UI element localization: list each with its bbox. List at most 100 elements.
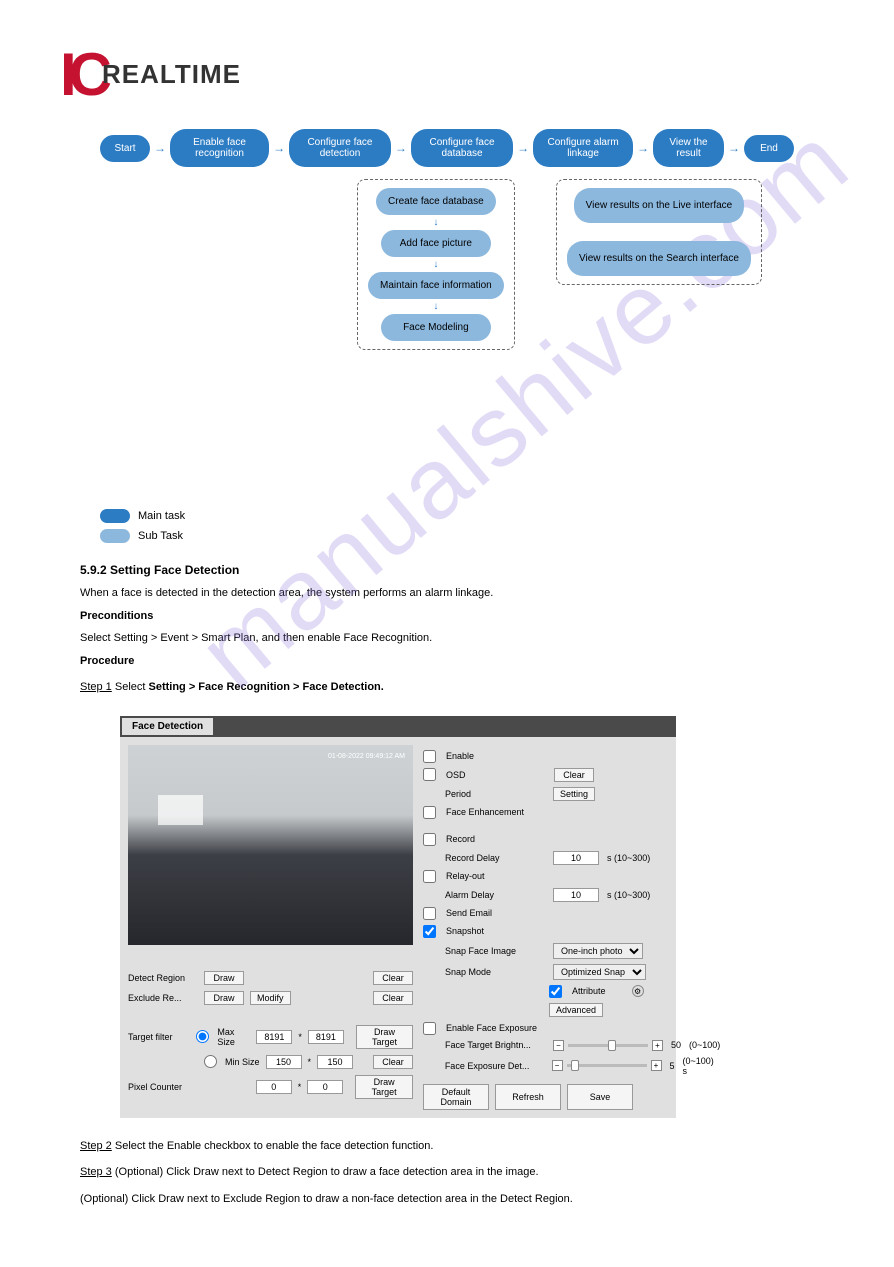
min-w-input[interactable] [266, 1055, 302, 1069]
sub-group-view: View results on the Live interface View … [556, 179, 762, 285]
flow-node-start: Start [100, 135, 150, 162]
osd-checkbox[interactable] [423, 768, 436, 781]
draw-target-button[interactable]: Draw Target [356, 1025, 413, 1049]
osd-clear-button[interactable]: Clear [554, 768, 594, 782]
step2-text: Select the Enable checkbox to enable the… [112, 1140, 434, 1152]
snapshot-label: Snapshot [446, 926, 484, 936]
min-size-label: Min Size [225, 1057, 260, 1067]
send-email-label: Send Email [446, 908, 492, 918]
step2-label: Step 2 [80, 1140, 112, 1152]
max-size-radio[interactable] [196, 1030, 209, 1043]
detect-region-draw-button[interactable]: Draw [204, 971, 244, 985]
face-exposure-checkbox[interactable] [423, 1022, 436, 1035]
flow-node-db: Configure face database [411, 129, 513, 167]
max-w-input[interactable] [256, 1030, 292, 1044]
brand-logo: IC REALTIME [60, 40, 834, 109]
detect-region-label: Detect Region [128, 973, 198, 983]
target-filter-label: Target filter [128, 1032, 190, 1042]
step1-label: Step 1 [80, 681, 112, 693]
legend-swatch-sub [100, 529, 130, 543]
face-exp-det-label: Face Exposure Det... [445, 1061, 544, 1071]
panel-tab[interactable]: Face Detection [122, 718, 213, 735]
face-detection-panel: Face Detection 01-08-2022 09:49:12 AM De… [120, 716, 676, 1118]
flowchart: Start → Enable face recognition → Config… [100, 129, 794, 369]
flow-sub-create-db: Create face database [376, 188, 496, 215]
face-exp-det-value: 5 [670, 1061, 675, 1071]
attribute-label: Attribute [572, 986, 606, 996]
arrow-icon: → [154, 141, 166, 155]
arrow-down-icon: ↓ [433, 259, 438, 270]
alarm-delay-label: Alarm Delay [445, 890, 545, 900]
exclude-clear-button[interactable]: Clear [373, 991, 413, 1005]
face-exposure-label: Enable Face Exposure [446, 1023, 537, 1033]
exclude-region-label: Exclude Re... [128, 993, 198, 1003]
exclude-draw-button[interactable]: Draw [204, 991, 244, 1005]
legend-main-label: Main task [138, 510, 185, 522]
snapshot-checkbox[interactable] [423, 925, 436, 938]
snap-mode-label: Snap Mode [445, 967, 545, 977]
arrow-icon: → [273, 141, 285, 155]
record-checkbox[interactable] [423, 833, 436, 846]
pixel-h-input[interactable] [307, 1080, 343, 1094]
step1-path: Setting > Face Recognition > Face Detect… [149, 681, 384, 693]
advanced-button[interactable]: Advanced [549, 1003, 603, 1017]
pixel-draw-target-button[interactable]: Draw Target [355, 1075, 413, 1099]
relay-out-label: Relay-out [446, 871, 485, 881]
video-preview: 01-08-2022 09:49:12 AM [128, 745, 413, 945]
min-size-radio[interactable] [204, 1055, 217, 1068]
refresh-button[interactable]: Refresh [495, 1084, 561, 1110]
step3-label: Step 3 [80, 1166, 112, 1178]
arrow-down-icon: ↓ [433, 217, 438, 228]
relay-out-checkbox[interactable] [423, 870, 436, 883]
period-setting-button[interactable]: Setting [553, 787, 595, 801]
pixel-w-input[interactable] [256, 1080, 292, 1094]
flow-sub-modeling: Face Modeling [381, 314, 491, 341]
face-bright-label: Face Target Brightn... [445, 1040, 545, 1050]
flow-node-view: View the result [653, 129, 724, 167]
send-email-checkbox[interactable] [423, 907, 436, 920]
face-enhance-label: Face Enhancement [446, 807, 524, 817]
attribute-config-icon[interactable]: ⚙ [632, 985, 644, 997]
flow-node-end: End [744, 135, 794, 162]
exclude-modify-button[interactable]: Modify [250, 991, 291, 1005]
snap-mode-select[interactable]: Optimized Snap [553, 964, 646, 980]
alarm-delay-input[interactable] [553, 888, 599, 902]
alarm-delay-unit: s (10~300) [607, 890, 650, 900]
panel-titlebar: Face Detection [120, 716, 676, 737]
face-exp-det-slider[interactable]: −+ [552, 1060, 662, 1071]
step1-text: Select [112, 681, 149, 693]
min-h-input[interactable] [317, 1055, 353, 1069]
sub-group-database: Create face database ↓ Add face picture … [357, 179, 515, 350]
arrow-down-icon: ↓ [433, 301, 438, 312]
flow-node-detect: Configure face detection [289, 129, 391, 167]
flow-node-enable: Enable face recognition [170, 129, 269, 167]
osd-label: OSD [446, 770, 546, 780]
max-h-input[interactable] [308, 1030, 344, 1044]
flowchart-legend: Main task Sub Task [100, 509, 834, 543]
post-step-text: (Optional) Click Draw next to Exclude Re… [80, 1191, 814, 1208]
legend-swatch-main [100, 509, 130, 523]
pixel-counter-label: Pixel Counter [128, 1082, 191, 1092]
record-delay-label: Record Delay [445, 853, 545, 863]
attribute-checkbox[interactable] [549, 985, 562, 998]
record-delay-unit: s (10~300) [607, 853, 650, 863]
flow-sub-live: View results on the Live interface [574, 188, 745, 223]
default-domain-button[interactable]: Default Domain [423, 1084, 489, 1110]
save-button[interactable]: Save [567, 1084, 633, 1110]
flow-sub-search: View results on the Search interface [567, 241, 751, 276]
detect-region-clear-button[interactable]: Clear [373, 971, 413, 985]
arrow-icon: → [637, 141, 649, 155]
record-label: Record [446, 834, 475, 844]
filter-clear-button[interactable]: Clear [373, 1055, 413, 1069]
enable-checkbox[interactable] [423, 750, 436, 763]
face-bright-value: 50 [671, 1040, 681, 1050]
snap-face-image-select[interactable]: One-inch photo [553, 943, 643, 959]
section-intro: When a face is detected in the detection… [80, 585, 814, 602]
flow-sub-maintain: Maintain face information [368, 272, 504, 299]
arrow-icon: → [395, 141, 407, 155]
record-delay-input[interactable] [553, 851, 599, 865]
enable-label: Enable [446, 751, 474, 761]
face-enhance-checkbox[interactable] [423, 806, 436, 819]
face-bright-slider[interactable]: −+ [553, 1040, 663, 1051]
arrow-icon: → [517, 141, 529, 155]
